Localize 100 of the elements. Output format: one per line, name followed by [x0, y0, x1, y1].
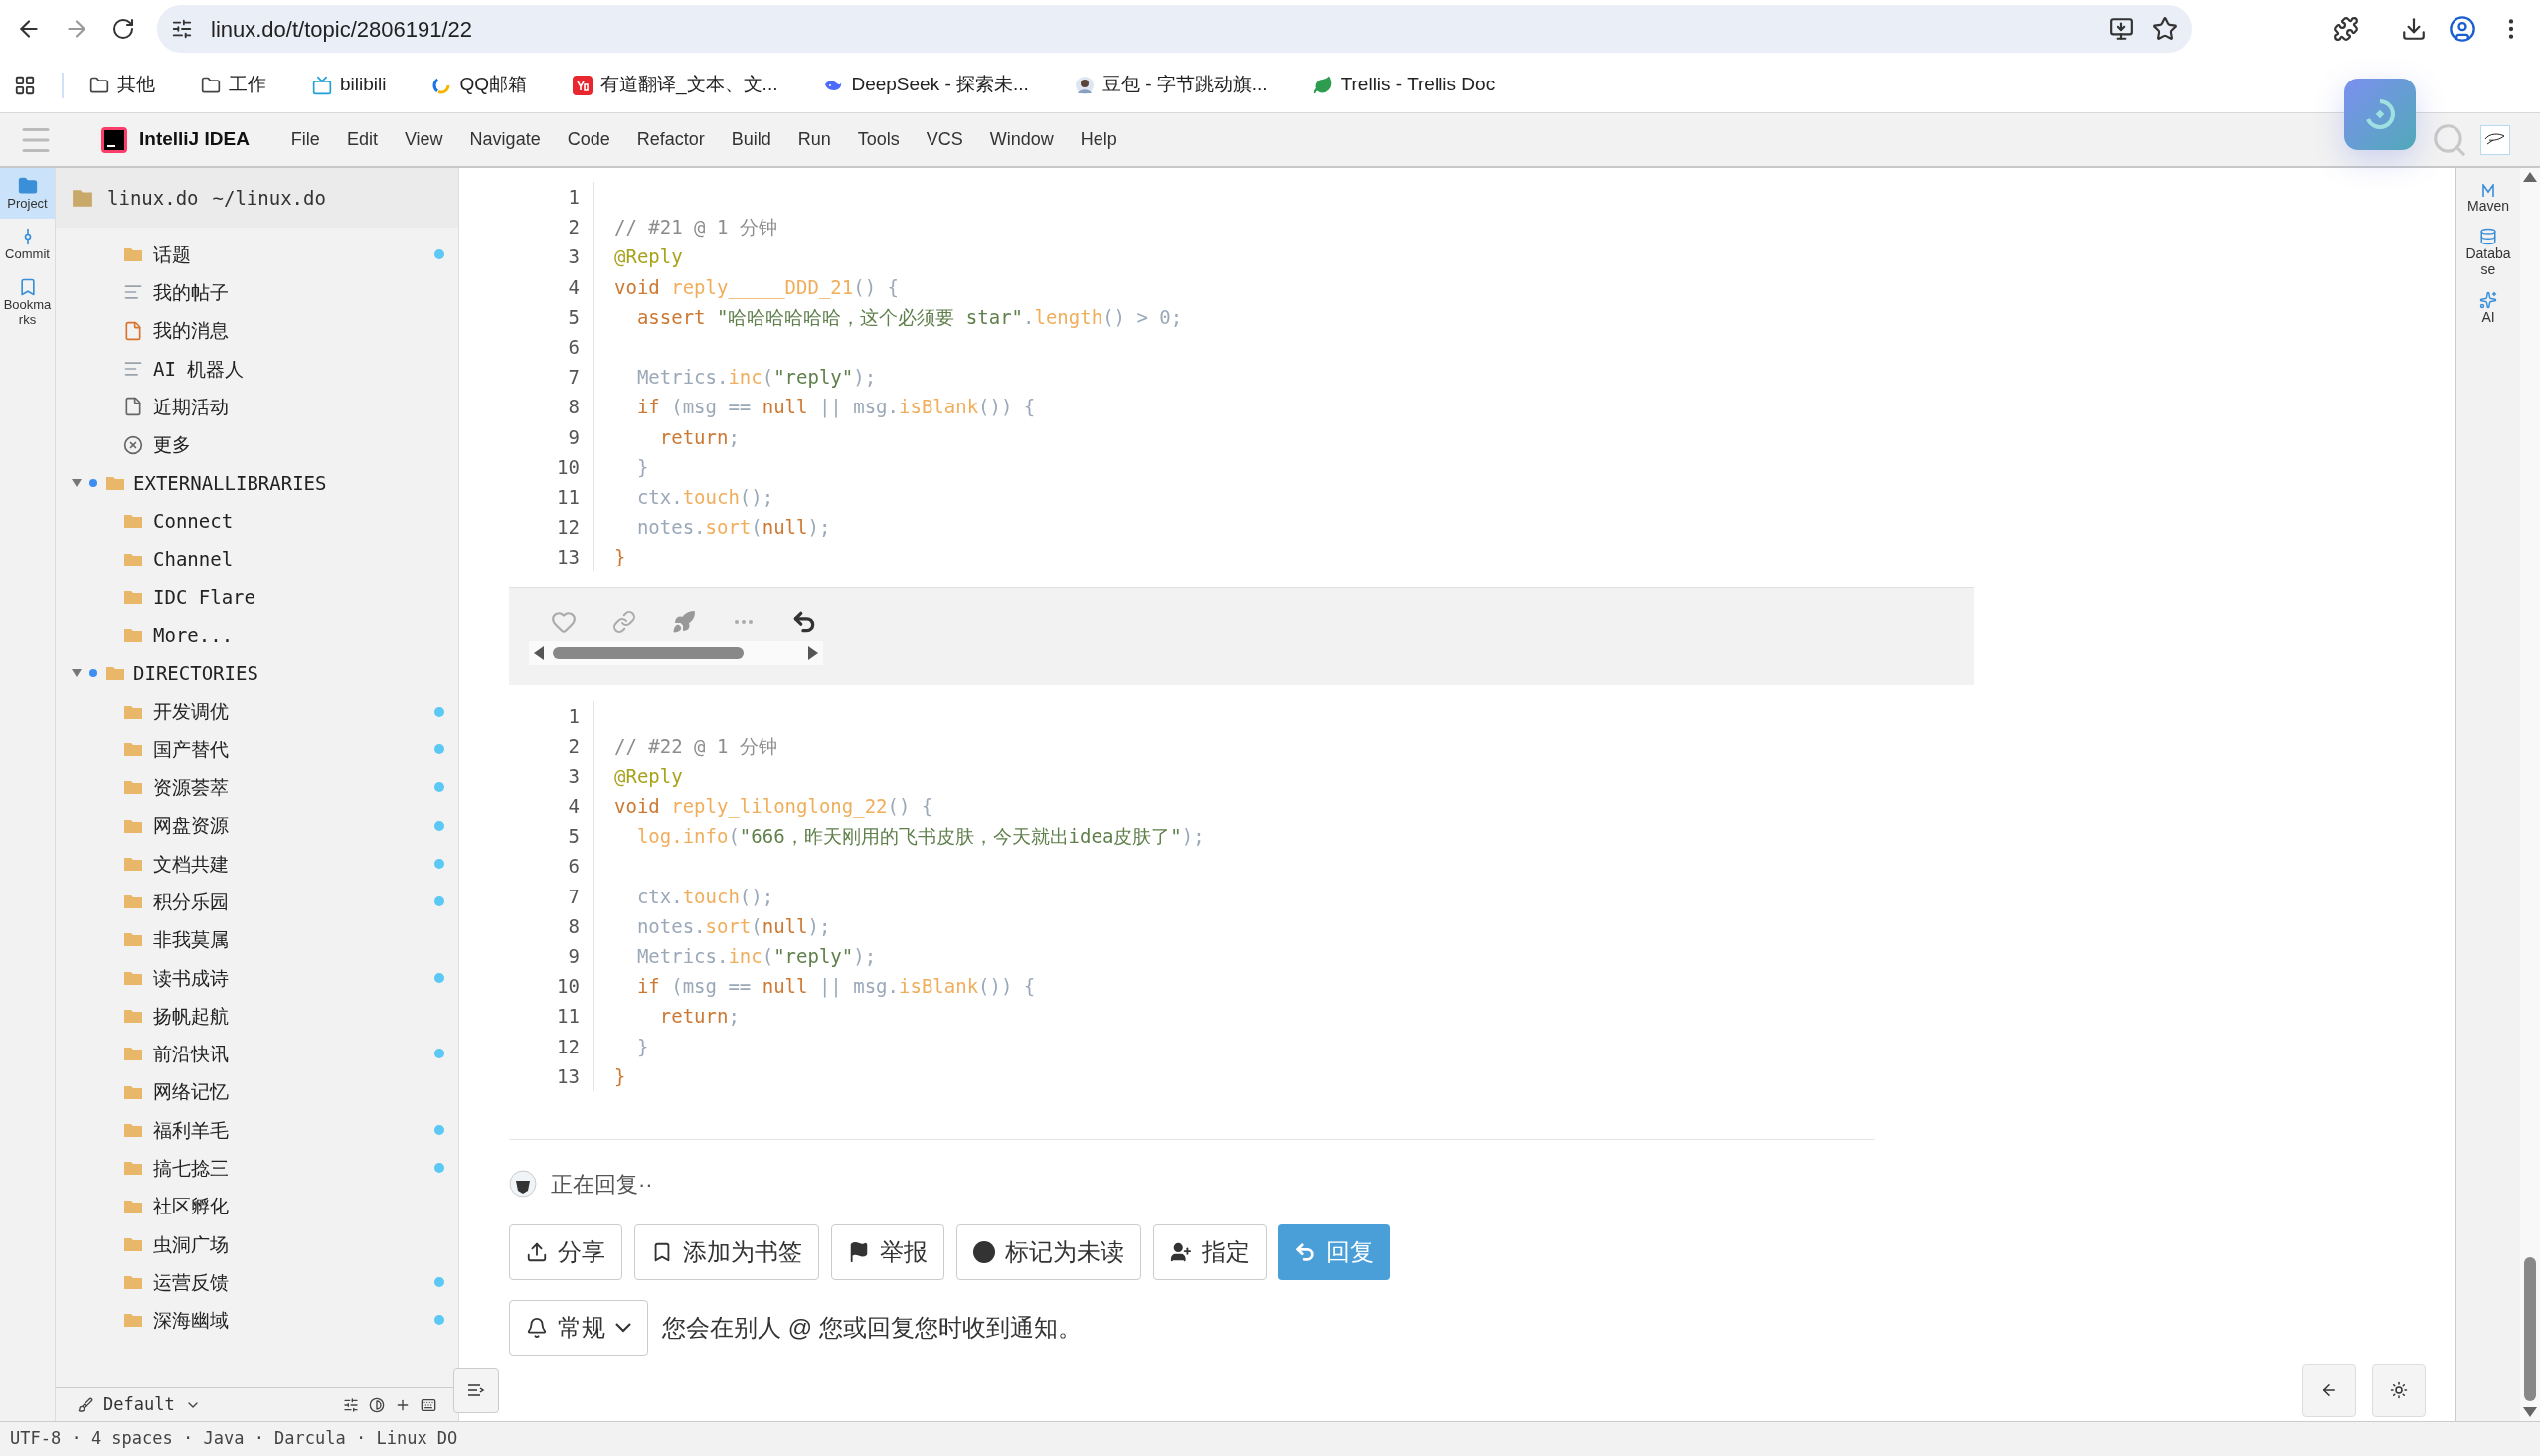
tree-item[interactable]: 国产替代 [56, 729, 458, 769]
tv-icon [312, 75, 332, 95]
tree-item[interactable]: 搞七捻三 [56, 1149, 458, 1188]
rocket-icon[interactable] [672, 609, 696, 634]
topic-button[interactable]: 举报 [831, 1223, 944, 1280]
avatar-icon [509, 1170, 537, 1199]
scroll-right-icon[interactable] [807, 645, 819, 660]
contrast-icon[interactable] [369, 1396, 385, 1413]
tree-item[interactable]: 我的消息 [56, 311, 458, 350]
tool-window-tab[interactable]: Bookmarks [0, 269, 55, 335]
line-number: 10 [557, 454, 580, 480]
scroll-left-icon[interactable] [533, 645, 545, 660]
tree-item[interactable]: 近期活动 [56, 388, 458, 426]
reload-icon[interactable] [111, 17, 135, 41]
bookmark-item[interactable]: QQ邮箱 [431, 71, 528, 99]
topic-button[interactable]: 标记为未读 [956, 1223, 1141, 1280]
scroll-down-icon[interactable] [2523, 1407, 2537, 1417]
menu-item[interactable]: Help [1080, 126, 1117, 153]
sketch-icon[interactable] [2480, 124, 2510, 155]
topic-button[interactable]: 添加为书签 [634, 1223, 819, 1280]
topic-button[interactable]: 分享 [509, 1223, 622, 1280]
line-number: 6 [568, 854, 580, 880]
bookmark-item[interactable]: 豆包 - 字节跳动旗... [1074, 71, 1268, 99]
tree-item[interactable]: 话题 [56, 236, 458, 274]
star-icon[interactable] [2152, 16, 2178, 42]
site-settings-icon[interactable] [171, 18, 193, 40]
tree-item[interactable]: 积分乐园 [56, 883, 458, 921]
tree-item[interactable]: 资源荟萃 [56, 768, 458, 807]
line-number: 12 [557, 1034, 580, 1059]
address-bar[interactable]: linux.do/t/topic/2806191/22 [157, 5, 2192, 53]
menu-item[interactable]: Run [797, 126, 831, 153]
bookmark-item[interactable]: Trellis - Trellis Doc [1312, 71, 1496, 99]
line-number: 3 [568, 763, 580, 789]
menu-item[interactable]: Code [567, 126, 610, 153]
theme-button[interactable] [2372, 1364, 2426, 1417]
horizontal-scrollbar[interactable] [529, 640, 823, 665]
tree-group[interactable]: DIRECTORIES [56, 654, 458, 693]
menu-item[interactable]: View [404, 126, 443, 153]
bookmark-item[interactable]: 其他 [89, 71, 155, 99]
notification-dropdown[interactable]: 常规 [509, 1299, 648, 1356]
tree-item[interactable]: 更多 [56, 425, 458, 464]
menu-item[interactable]: VCS [926, 126, 963, 153]
menu-item[interactable]: Build [731, 126, 771, 153]
tree-item[interactable]: 运营反馈 [56, 1263, 458, 1302]
tree-item[interactable]: 深海幽域 [56, 1301, 458, 1340]
scrollbar-thumb[interactable] [2524, 1257, 2536, 1401]
menu-item[interactable]: Edit [346, 126, 378, 153]
tree-item[interactable]: 前沿快讯 [56, 1035, 458, 1073]
menu-item[interactable]: Tools [857, 126, 900, 153]
code-line: if (msg == null || msg.isBlank()) { [635, 974, 1036, 1000]
collapse-button[interactable] [453, 1368, 499, 1413]
code-line: @Reply [614, 244, 683, 270]
menu-item[interactable]: File [290, 126, 320, 153]
tree-item[interactable]: AI 机器人 [56, 349, 458, 389]
apps-icon[interactable] [14, 74, 36, 96]
caret-icon [72, 477, 82, 488]
menu-item[interactable]: Navigate [469, 126, 541, 153]
sliders-icon[interactable] [343, 1396, 359, 1413]
tree-item[interactable]: 扬帆起航 [56, 996, 458, 1036]
topic-button[interactable]: 指定 [1153, 1223, 1267, 1280]
tree-item[interactable]: 我的帖子 [56, 273, 458, 312]
install-icon[interactable] [2109, 16, 2134, 42]
download-icon[interactable] [2401, 16, 2427, 42]
tool-window-tab[interactable]: AI [2462, 291, 2514, 325]
bookmark-item[interactable]: 工作 [201, 71, 266, 99]
menu-item[interactable]: Refactor [636, 126, 705, 153]
page-scrollbar[interactable] [2520, 168, 2540, 1421]
tool-window-tab[interactable]: Database [2462, 228, 2514, 277]
tree-item[interactable]: Channel [56, 540, 458, 578]
tree-item[interactable]: 网络记忆 [56, 1072, 458, 1111]
scroll-up-icon[interactable] [2523, 172, 2537, 182]
tool-window-tab[interactable]: Commit [0, 219, 55, 269]
tree-item[interactable]: 虫洞广场 [56, 1224, 458, 1263]
keyboard-icon[interactable] [421, 1396, 436, 1413]
bookmark-item[interactable]: bilibili [312, 71, 387, 99]
bookmark-item[interactable]: DeepSeek - 探索未... [823, 71, 1029, 99]
profile-icon[interactable] [2449, 15, 2476, 43]
tree-item[interactable]: 文档共建 [56, 844, 458, 884]
tree-item[interactable]: 非我莫属 [56, 920, 458, 959]
bookmark-item[interactable]: 有道翻译_文本、文... [573, 71, 778, 99]
tree-item[interactable]: 开发调优 [56, 692, 458, 730]
tree-item[interactable]: IDC Flare [56, 577, 458, 616]
theme-selector[interactable]: Default [103, 1391, 175, 1418]
menu-item[interactable]: Window [989, 126, 1054, 153]
extensions-icon[interactable] [2333, 16, 2359, 42]
collapse-icon [467, 1383, 485, 1397]
code-line: if (msg == null || msg.isBlank()) { [635, 395, 1036, 420]
tree-item[interactable]: 读书成诗 [56, 958, 458, 997]
tree-item[interactable]: 福利羊毛 [56, 1110, 458, 1150]
tree-group[interactable]: EXTERNALLIBRARIES [56, 463, 458, 503]
tree-item[interactable]: More... [56, 615, 458, 655]
tree-item[interactable]: 社区孵化 [56, 1187, 458, 1225]
tool-window-tab[interactable]: Maven [2462, 184, 2514, 214]
line-number: 2 [568, 215, 580, 241]
scrollbar-thumb[interactable] [553, 646, 744, 659]
tool-window-tab[interactable]: Project [0, 168, 55, 219]
line-number: 1 [568, 704, 580, 729]
status-bar-text: UTF-8 · 4 spaces · Java · Darcula · Linux DO [10, 1427, 458, 1451]
tree-item[interactable]: 网盘资源 [56, 806, 458, 845]
tree-item[interactable]: Connect [56, 502, 458, 541]
